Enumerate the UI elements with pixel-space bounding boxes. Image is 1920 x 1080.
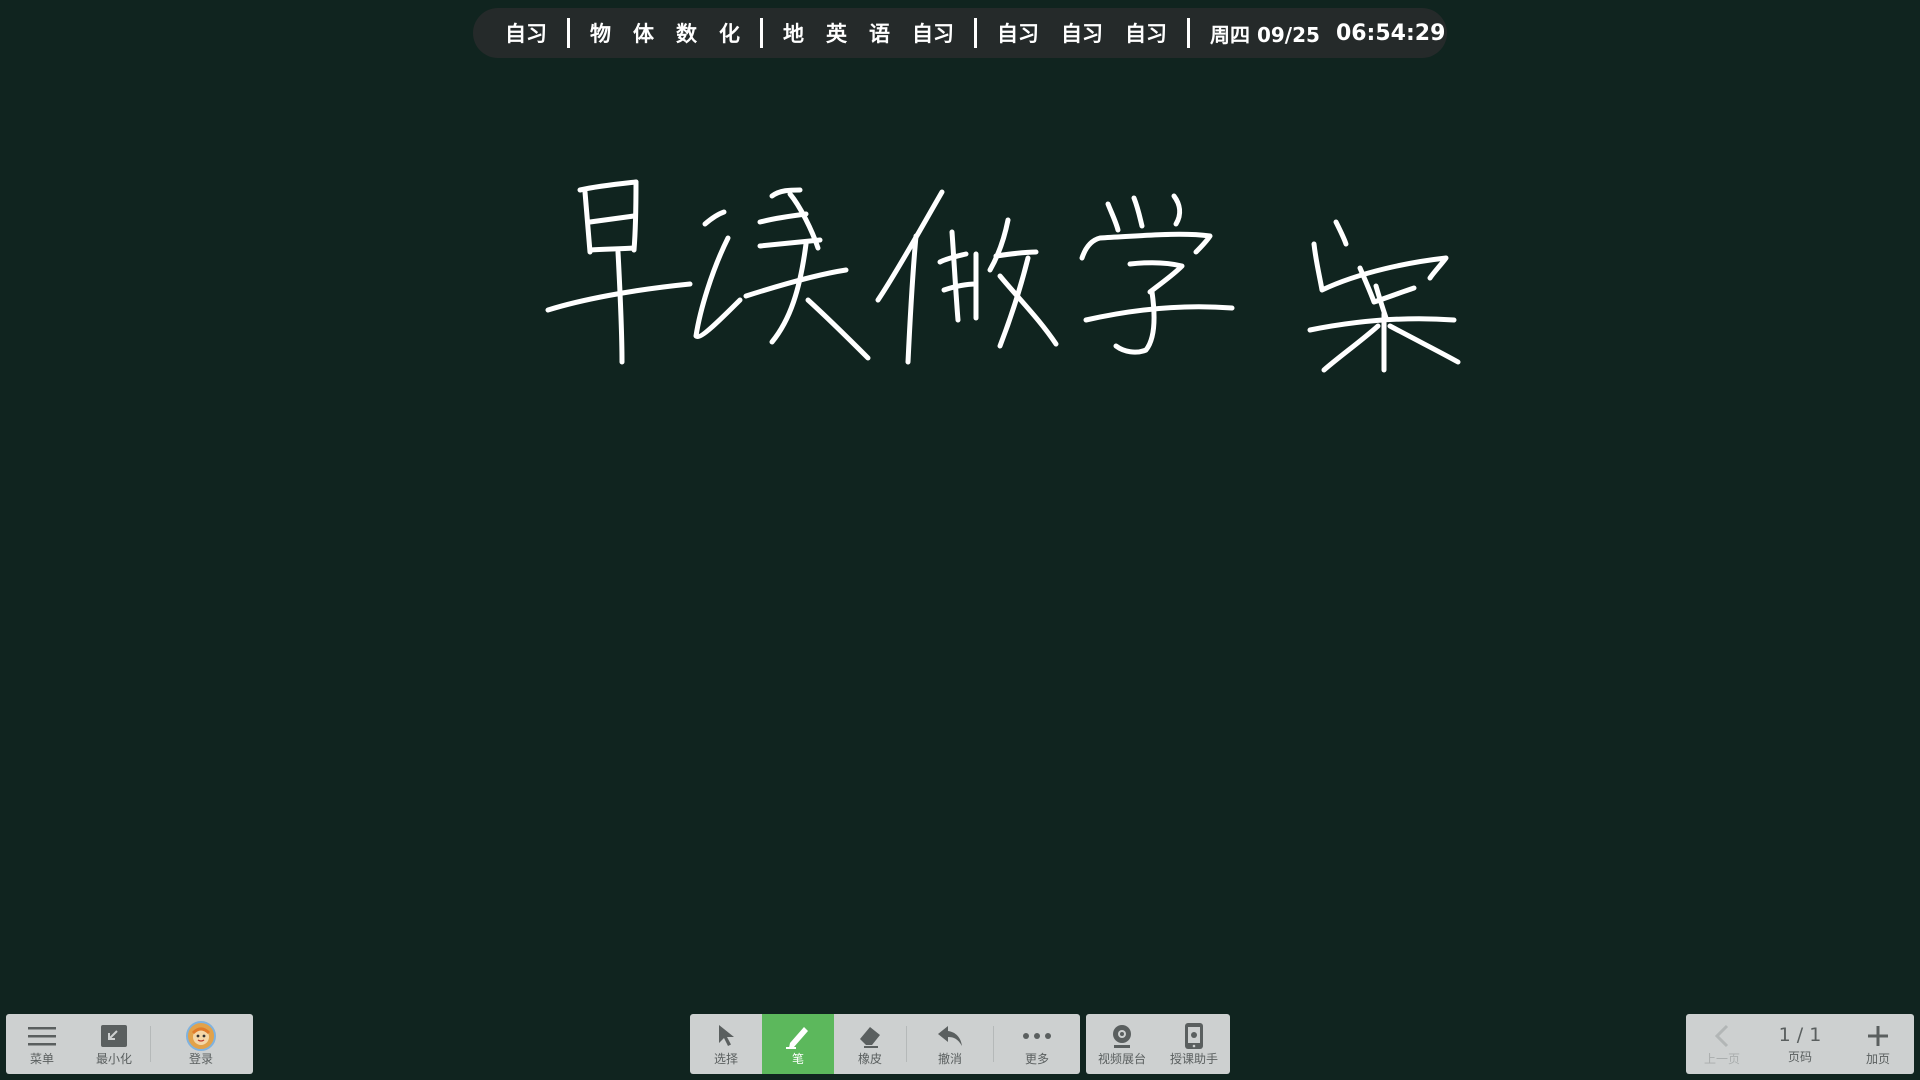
stroke: [615, 249, 625, 365]
stroke: [993, 249, 1039, 259]
schedule-subject: 数: [676, 22, 697, 46]
schedule-date: 周四 09/25: [1210, 22, 1320, 47]
stroke: [949, 229, 961, 323]
login-label: 登录: [188, 1052, 213, 1066]
video-booth-label: 视频展台: [1097, 1052, 1146, 1066]
stroke: [1387, 323, 1461, 365]
stroke: [769, 187, 803, 199]
minimize-icon: [97, 1022, 131, 1050]
schedule-bar: 自习 物 体 数 化 地 英 语 自习 自习 自习 自习 周四 09/25 06…: [473, 8, 1447, 58]
stroke: [757, 237, 823, 249]
video-booth-button[interactable]: 视频展台: [1086, 1014, 1158, 1074]
minimize-label: 最小化: [95, 1052, 132, 1066]
select-tool-button[interactable]: 选择: [690, 1014, 762, 1074]
drawing-toolbar: 选择 笔 橡皮 撤消 更多: [690, 1014, 1080, 1074]
undo-label: 撤消: [937, 1052, 962, 1066]
webcam-icon: [1105, 1022, 1139, 1050]
add-page-button[interactable]: 加页: [1842, 1014, 1914, 1074]
prev-page-label: 上一页: [1703, 1052, 1740, 1066]
more-label: 更多: [1024, 1052, 1049, 1066]
stroke: [1127, 260, 1185, 295]
schedule-subject: 物: [590, 22, 611, 46]
stroke: [702, 209, 727, 227]
chevron-left-icon: [1705, 1022, 1739, 1050]
undo-icon: [933, 1022, 967, 1050]
schedule-subject: 化: [719, 22, 740, 46]
stroke: [805, 297, 871, 361]
stroke: [1131, 195, 1145, 229]
schedule-subject: 自习: [505, 22, 547, 46]
schedule-subject: 自习: [997, 22, 1039, 46]
schedule-subject: 自习: [912, 22, 954, 46]
page-indicator-button[interactable]: 1 / 1 页码: [1758, 1014, 1842, 1074]
menu-button[interactable]: 菜单: [6, 1014, 78, 1074]
stroke: [769, 241, 809, 345]
page-label: 页码: [1787, 1050, 1812, 1064]
teaching-assistant-label: 授课助手: [1169, 1052, 1218, 1066]
schedule-group-1: 自习: [505, 18, 547, 48]
schedule-separator: [760, 18, 763, 48]
eraser-tool-button[interactable]: 橡皮: [834, 1014, 906, 1074]
stroke: [587, 213, 637, 225]
phone-icon: [1177, 1022, 1211, 1050]
stroke: [1321, 323, 1381, 373]
schedule-separator: [1187, 18, 1190, 48]
schedule-separator: [567, 18, 570, 48]
schedule-subject: 语: [869, 22, 890, 46]
eraser-icon: [853, 1022, 887, 1050]
minimize-button[interactable]: 最小化: [78, 1014, 150, 1074]
avatar: [184, 1021, 218, 1051]
stroke: [941, 281, 979, 293]
undo-button[interactable]: 撤消: [907, 1014, 993, 1074]
schedule-group-3: 地 英 语 自习: [783, 18, 954, 48]
more-icon: [1020, 1022, 1054, 1050]
schedule-group-2: 物 体 数 化: [590, 18, 740, 48]
schedule-group-4: 自习 自习 自习: [997, 18, 1167, 48]
schedule-subject: 自习: [1061, 22, 1103, 46]
stroke: [757, 211, 809, 225]
plus-icon: [1861, 1022, 1895, 1050]
stroke: [1171, 193, 1183, 227]
menu-label: 菜单: [29, 1052, 54, 1066]
stroke: [1083, 304, 1235, 323]
add-page-label: 加页: [1865, 1052, 1890, 1066]
pen-label: 笔: [791, 1052, 804, 1066]
stroke: [1311, 241, 1449, 293]
schedule-subject: 地: [783, 22, 804, 46]
handwriting-strokes: [545, 179, 1461, 373]
whiteboard-canvas[interactable]: [0, 0, 1920, 1080]
stroke: [577, 179, 639, 193]
page-number: 1 / 1: [1778, 1024, 1822, 1046]
left-toolbar: 菜单 最小化 登录: [6, 1014, 253, 1074]
schedule-separator: [974, 18, 977, 48]
eraser-label: 橡皮: [857, 1052, 882, 1066]
stroke: [1113, 289, 1157, 355]
avatar-icon: [186, 1021, 216, 1051]
teaching-toolbar: 视频展台 授课助手: [1086, 1014, 1230, 1074]
schedule-subject: 英: [826, 22, 847, 46]
stroke: [1333, 219, 1349, 247]
stroke: [987, 217, 1011, 273]
schedule-subject: 自习: [1125, 22, 1167, 46]
stroke: [997, 273, 1059, 347]
stroke: [587, 245, 637, 253]
stroke: [693, 235, 743, 339]
more-button[interactable]: 更多: [994, 1014, 1080, 1074]
page-toolbar: 上一页 1 / 1 页码 加页: [1686, 1014, 1914, 1074]
login-button[interactable]: 登录: [151, 1014, 251, 1074]
select-label: 选择: [713, 1052, 738, 1066]
stroke: [1105, 201, 1121, 233]
prev-page-button[interactable]: 上一页: [1686, 1014, 1758, 1074]
schedule-clock: 06:54:29: [1335, 20, 1446, 46]
menu-icon: [25, 1022, 59, 1050]
teaching-assistant-button[interactable]: 授课助手: [1158, 1014, 1230, 1074]
stroke: [905, 233, 919, 365]
stroke: [1079, 231, 1213, 261]
pen-icon: [781, 1022, 815, 1050]
cursor-icon: [709, 1022, 743, 1050]
pen-tool-button[interactable]: 笔: [762, 1014, 834, 1074]
schedule-subject: 体: [633, 22, 654, 46]
